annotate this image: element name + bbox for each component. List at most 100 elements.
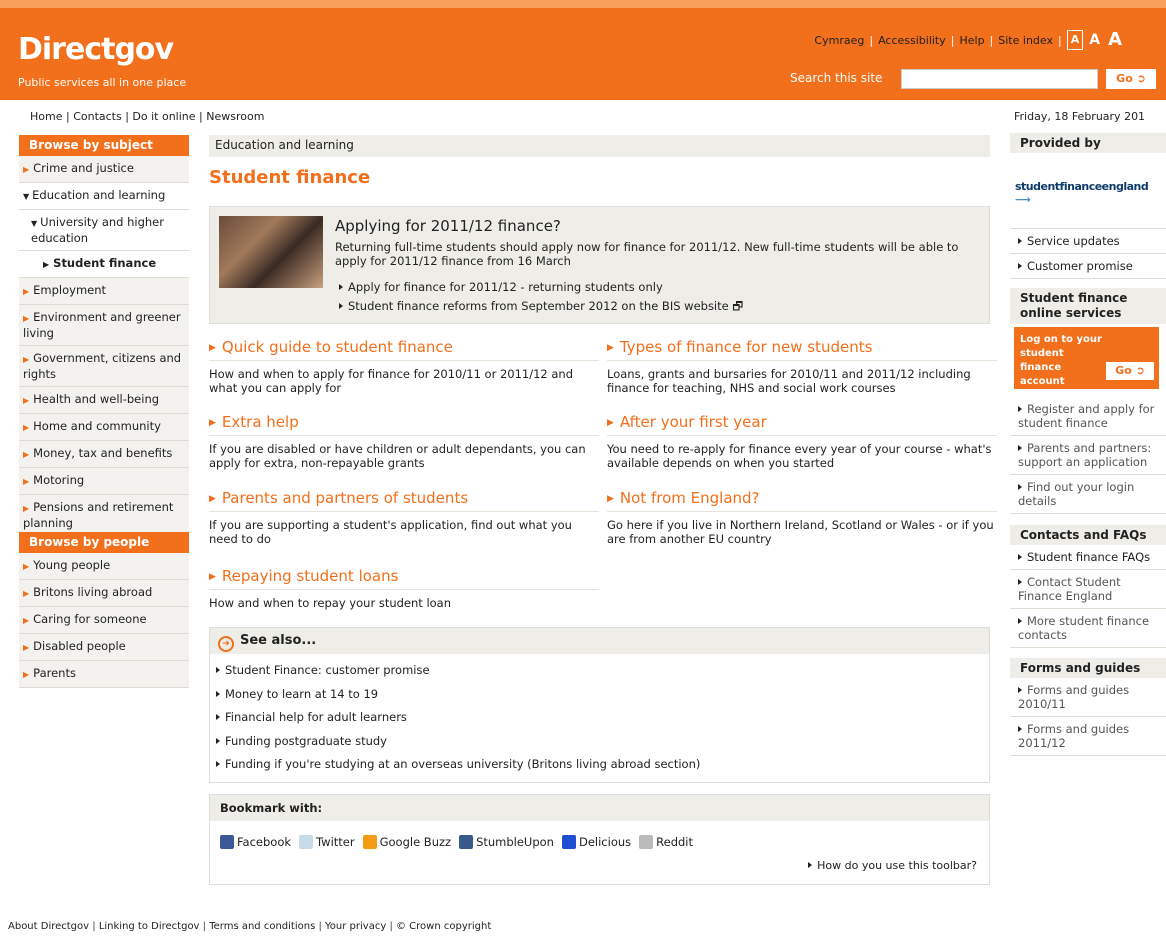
nav-home[interactable]: Home: [30, 110, 62, 123]
bookmark-twitter[interactable]: Twitter: [299, 835, 355, 849]
page-title: Student finance: [209, 167, 371, 188]
google-buzz-icon: [362, 835, 377, 849]
font-size-medium-button[interactable]: A: [1087, 31, 1102, 49]
nav-do-it-online[interactable]: Do it online: [132, 110, 195, 123]
subject-item[interactable]: ▶ Student finance: [19, 251, 189, 278]
expanded-arrow-icon: ▼: [31, 219, 38, 228]
arrow-icon: [808, 862, 813, 868]
browse-people-heading: Browse by people: [19, 532, 189, 553]
subject-item[interactable]: ▶ Home and community: [19, 414, 189, 441]
subject-item[interactable]: ▶ Crime and justice: [19, 156, 189, 183]
search-input[interactable]: [901, 69, 1098, 89]
see-also-heading: ➜ See also...: [210, 628, 989, 654]
see-also-link[interactable]: Funding postgraduate study: [216, 734, 387, 748]
arrow-icon: ▶: [23, 423, 30, 432]
see-also-link[interactable]: Money to learn at 14 to 19: [216, 687, 378, 701]
arrow-icon: ▶: [23, 589, 30, 598]
toolbar-help-link[interactable]: How do you use this toolbar?: [808, 859, 977, 872]
delicious-icon: [561, 835, 576, 849]
see-also-link[interactable]: Funding if you're studying at an oversea…: [216, 757, 700, 771]
people-item[interactable]: ▶ Young people: [19, 553, 189, 580]
site-index-link[interactable]: Site index: [998, 34, 1053, 47]
topic-link[interactable]: ▶ Not from England?: [607, 489, 997, 512]
see-also-link[interactable]: Student Finance: customer promise: [216, 663, 430, 677]
side-link[interactable]: More student finance contacts: [1010, 609, 1166, 648]
topic-link[interactable]: ▶ Extra help: [209, 413, 599, 436]
orange-arrow-icon: ▶: [209, 418, 216, 428]
font-size-small-button[interactable]: A: [1066, 30, 1084, 50]
footer-link[interactable]: Linking to Directgov: [99, 921, 200, 932]
subject-item[interactable]: ▶ Motoring: [19, 468, 189, 495]
side-link[interactable]: Find out your login details: [1010, 475, 1166, 514]
contacts-links: Student finance FAQs Contact Student Fina…: [1010, 545, 1166, 648]
arrow-icon: [1018, 618, 1022, 624]
help-link[interactable]: Help: [959, 34, 984, 47]
cymraeg-link[interactable]: Cymraeg: [814, 34, 864, 47]
people-item[interactable]: ▶ Caring for someone: [19, 607, 189, 634]
arrow-icon: ▶: [23, 314, 30, 323]
side-link[interactable]: Forms and guides 2011/12: [1010, 717, 1166, 756]
subject-item[interactable]: ▶ Government, citizens and rights: [19, 346, 189, 387]
subject-item[interactable]: ▶ Health and well-being: [19, 387, 189, 414]
topic-link[interactable]: ▶ Quick guide to student finance: [209, 338, 599, 361]
arrow-icon: ▶: [23, 643, 30, 652]
bookmark-stumbleupon[interactable]: StumbleUpon: [459, 835, 554, 849]
bookmark-reddit[interactable]: Reddit: [639, 835, 693, 849]
search-go-button[interactable]: Go ➲: [1106, 69, 1156, 89]
feature-link-reforms[interactable]: Student finance reforms from September 2…: [339, 299, 743, 318]
footer-link[interactable]: © Crown copyright: [396, 921, 491, 932]
footer-link[interactable]: Terms and conditions: [209, 921, 315, 932]
footer-link[interactable]: About Directgov: [8, 921, 89, 932]
people-item[interactable]: ▶ Disabled people: [19, 634, 189, 661]
provided-by-panel: Provided by: [1010, 133, 1166, 153]
footer-link[interactable]: Your privacy: [325, 921, 386, 932]
arrow-icon: [216, 667, 220, 673]
bookmark-google-buzz[interactable]: Google Buzz: [362, 835, 451, 849]
topic-link[interactable]: ▶ Repaying student loans: [209, 567, 599, 590]
topic-section: ▶ After your first year You need to re-app…: [607, 413, 997, 470]
section-breadcrumb[interactable]: Education and learning: [209, 135, 990, 157]
font-size-large-button[interactable]: A: [1106, 31, 1124, 49]
side-link[interactable]: Student finance FAQs: [1010, 545, 1166, 570]
subject-item[interactable]: ▶ Environment and greener living: [19, 305, 189, 346]
topic-link[interactable]: ▶ Types of finance for new students: [607, 338, 997, 361]
see-also-link[interactable]: Financial help for adult learners: [216, 710, 407, 724]
topic-link[interactable]: ▶ Parents and partners of students: [209, 489, 599, 512]
forms-panel: Forms and guides Forms and guides 2010/1…: [1010, 658, 1166, 756]
directgov-logo[interactable]: Directgov: [18, 32, 174, 68]
arrow-icon: [1018, 726, 1022, 732]
people-item[interactable]: ▶ Britons living abroad: [19, 580, 189, 607]
topic-section: ▶ Types of finance for new students Loans,…: [607, 338, 997, 395]
subject-item[interactable]: ▶ Money, tax and benefits: [19, 441, 189, 468]
side-link[interactable]: Contact Student Finance England: [1010, 570, 1166, 609]
accessibility-link[interactable]: Accessibility: [878, 34, 946, 47]
login-go-button[interactable]: Go ➲: [1106, 362, 1154, 380]
arrow-icon: [1018, 406, 1022, 412]
side-link[interactable]: Customer promise: [1010, 254, 1166, 279]
arrow-icon: [216, 761, 220, 767]
go-arrow-icon: ➲: [1136, 72, 1146, 85]
provided-by-heading: Provided by: [1010, 133, 1166, 153]
nav-newsroom[interactable]: Newsroom: [206, 110, 264, 123]
subject-item[interactable]: ▶ Pensions and retirement planning: [19, 495, 189, 536]
people-item[interactable]: ▶ Parents: [19, 661, 189, 688]
subject-item[interactable]: ▶ Employment: [19, 278, 189, 305]
side-link[interactable]: Parents and partners: support an applica…: [1010, 436, 1166, 475]
bookmark-facebook[interactable]: Facebook: [220, 835, 291, 849]
bookmark-delicious[interactable]: Delicious: [561, 835, 631, 849]
topic-link[interactable]: ▶ After your first year: [607, 413, 997, 436]
side-link[interactable]: Service updates: [1010, 229, 1166, 254]
bookmark-box: Bookmark with: Facebook Twitter Google Buz…: [209, 794, 990, 885]
subject-item[interactable]: ▼ University and higher education: [19, 210, 189, 251]
arrow-icon: [216, 714, 220, 720]
side-link[interactable]: Register and apply for student finance: [1010, 397, 1166, 436]
stumbleupon-icon: [459, 835, 474, 849]
side-link[interactable]: Forms and guides 2010/11: [1010, 678, 1166, 717]
nav-contacts[interactable]: Contacts: [73, 110, 122, 123]
site-tagline: Public services all in one place: [18, 76, 187, 89]
subject-item[interactable]: ▼ Education and learning: [19, 183, 189, 210]
student-finance-england-logo[interactable]: studentfinanceengland ⟶: [1015, 180, 1166, 206]
arrow-icon: ▶: [23, 616, 30, 625]
feature-link-apply[interactable]: Apply for finance for 2011/12 - returnin…: [339, 280, 663, 294]
bookmark-services: Facebook Twitter Google Buzz StumbleUpon Del…: [220, 835, 695, 849]
